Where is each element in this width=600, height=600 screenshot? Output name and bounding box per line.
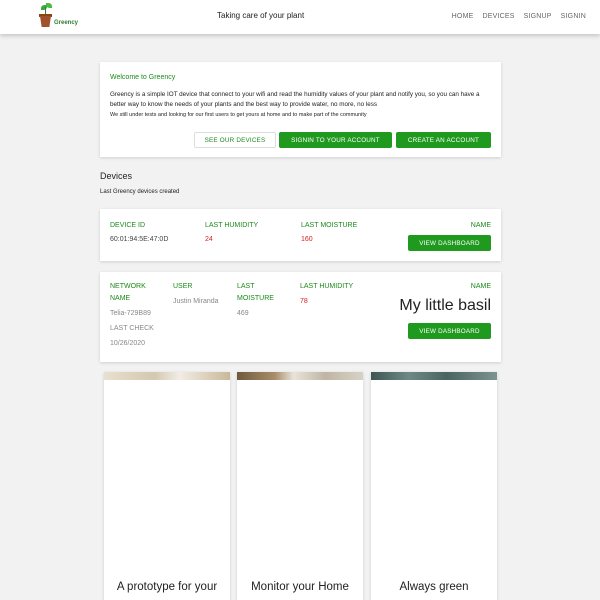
devices-section-title: Devices <box>100 171 133 181</box>
feature-caption: Monitor your Home <box>251 581 349 593</box>
last-humidity-value: 24 <box>205 236 213 243</box>
main-nav: HOME DEVICES SIGNUP SIGNIN <box>452 13 586 20</box>
last-moisture-value: 160 <box>301 236 313 243</box>
feature-card-prototype[interactable]: A prototype for your <box>104 372 230 600</box>
welcome-note: We still under tests and looking for our… <box>110 112 367 118</box>
last-check-value: 10/26/2020 <box>110 340 146 347</box>
device-name: My little basil <box>399 297 491 314</box>
feature-caption: Always green <box>399 581 469 593</box>
stem-icon <box>45 7 46 14</box>
feature-image <box>104 372 230 380</box>
create-account-button[interactable]: CREATE AN ACCOUNT <box>396 132 491 148</box>
network-name-label: NETWORK NAME <box>110 283 146 302</box>
see-devices-button[interactable]: SEE OUR DEVICES <box>194 132 276 148</box>
feature-caption: A prototype for your <box>116 581 218 593</box>
feature-image <box>371 372 497 380</box>
nav-signup[interactable]: SIGNUP <box>524 13 552 20</box>
last-check-label: LAST CHECK <box>110 325 154 332</box>
greency-logo[interactable]: Greency <box>36 2 80 30</box>
nav-signin[interactable]: SIGNIN <box>561 13 586 20</box>
network-name-value: Telia-729B89 <box>110 310 151 317</box>
signin-button[interactable]: SIGNIN TO YOUR ACCOUNT <box>279 132 392 148</box>
leaf-icon <box>46 3 52 8</box>
last-moisture-value: 469 <box>237 310 249 317</box>
name-label: NAME <box>470 283 491 290</box>
feature-card-always-green[interactable]: Always green <box>371 372 497 600</box>
last-moisture-label: LAST MOISTURE <box>237 283 274 302</box>
last-humidity-label: LAST HUMIDITY <box>300 283 354 290</box>
last-humidity-value: 78 <box>300 298 308 305</box>
welcome-title: Welcome to Greency <box>110 74 176 81</box>
tagline: Taking care of your plant <box>217 11 305 20</box>
logo-text: Greency <box>54 20 79 26</box>
last-moisture-label: LAST MOISTURE <box>301 222 358 229</box>
last-humidity-label: LAST HUMIDITY <box>205 222 259 229</box>
welcome-body: Greency is a simple IOT device that conn… <box>110 91 480 108</box>
user-value: Justin Miranda <box>173 298 219 305</box>
user-label: USER <box>173 283 193 290</box>
feature-image <box>237 372 363 380</box>
feature-card-monitor[interactable]: Monitor your Home <box>237 372 363 600</box>
top-navbar: Greency Taking care of your plant HOME D… <box>0 0 600 34</box>
device-id-label: DEVICE ID <box>110 222 146 229</box>
view-dashboard-button[interactable]: VIEW DASHBOARD <box>408 235 491 251</box>
devices-section-subtitle: Last Greency devices created <box>100 189 180 195</box>
name-label: NAME <box>470 222 491 229</box>
plant-pot-icon <box>40 16 51 27</box>
nav-devices[interactable]: DEVICES <box>482 13 514 20</box>
welcome-card: Welcome to Greency Greency is a simple I… <box>100 62 501 157</box>
device-card: NETWORK NAME Telia-729B89 LAST CHECK 10/… <box>100 272 501 362</box>
device-card: DEVICE ID 60:01:94:5E:47:0D LAST HUMIDIT… <box>100 209 501 261</box>
view-dashboard-button[interactable]: VIEW DASHBOARD <box>408 323 491 339</box>
nav-home[interactable]: HOME <box>452 13 474 20</box>
device-id-value: 60:01:94:5E:47:0D <box>110 236 169 243</box>
